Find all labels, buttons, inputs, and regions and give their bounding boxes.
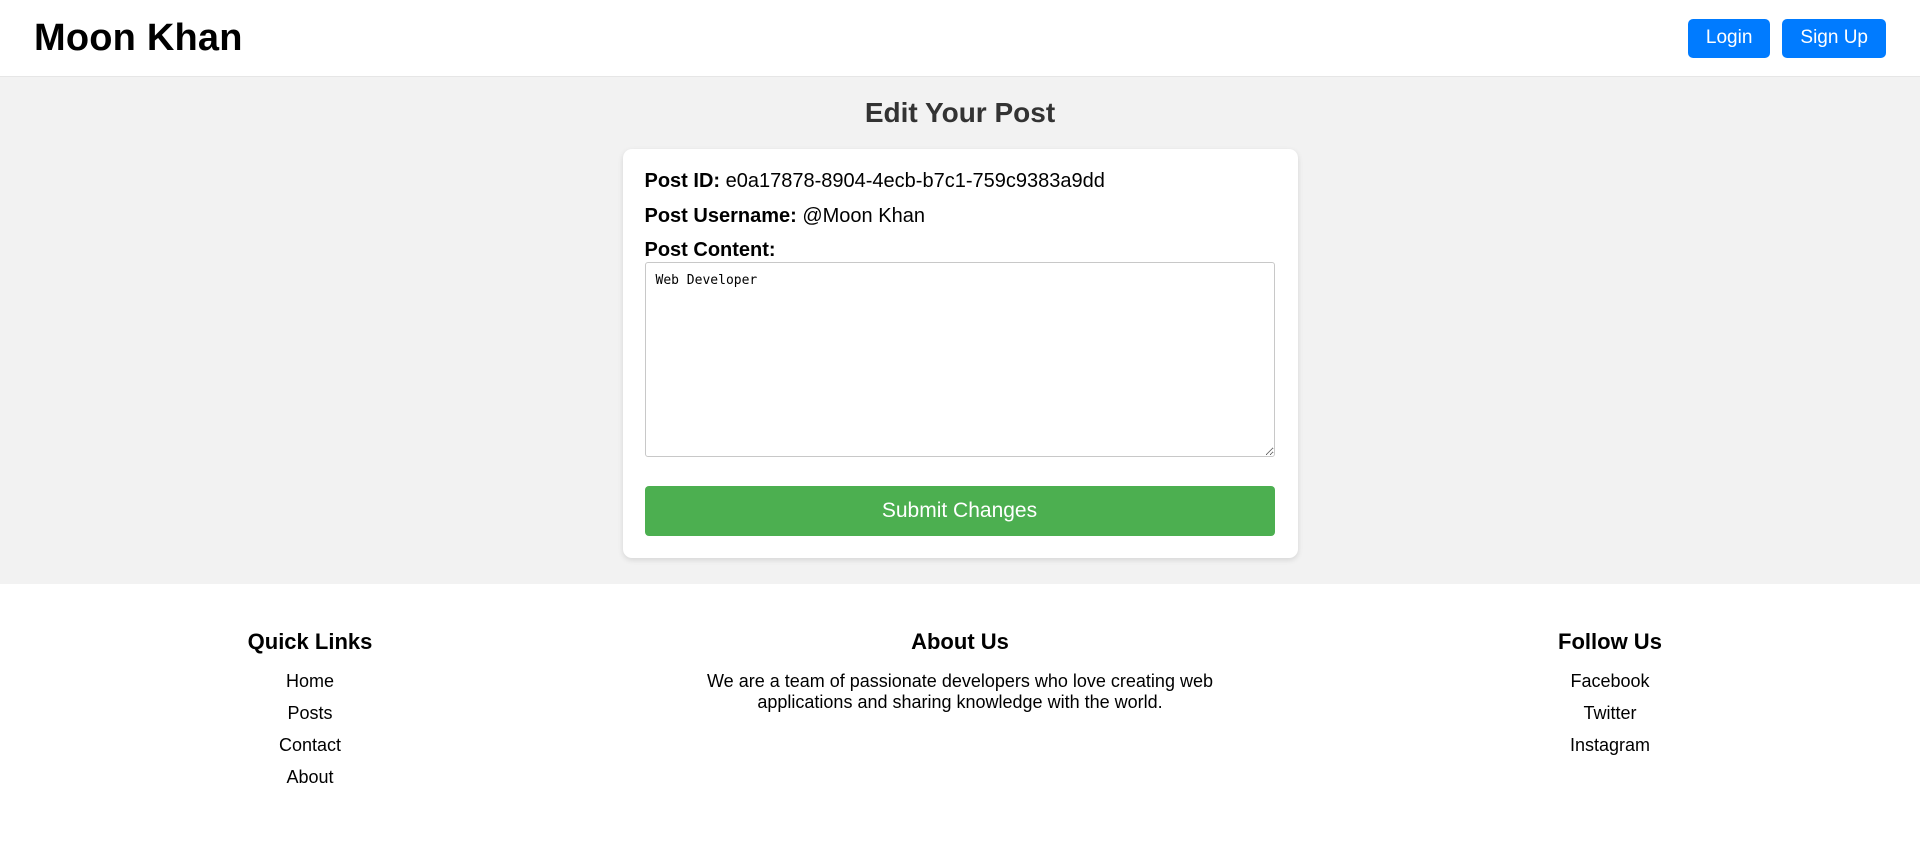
footer-link-item: Posts: [0, 703, 620, 723]
footer-about: About Us We are a team of passionate dev…: [620, 629, 1300, 799]
footer-follow: Follow Us Facebook Twitter Instagram: [1300, 629, 1920, 799]
post-id-row: Post ID: e0a17878-8904-4ecb-b7c1-759c938…: [645, 169, 1276, 193]
auth-buttons: Login Sign Up: [1687, 18, 1886, 58]
about-text: We are a team of passionate developers w…: [707, 671, 1213, 712]
footer-link-contact[interactable]: Contact: [279, 735, 341, 755]
submit-changes-button[interactable]: Submit Changes: [644, 486, 1275, 536]
follow-link-facebook[interactable]: Facebook: [1570, 671, 1649, 691]
footer-link-item: Home: [0, 671, 620, 691]
main-section: Edit Your Post Post ID: e0a17878-8904-4e…: [0, 77, 1920, 584]
post-content-label: Post Content:: [644, 239, 776, 261]
footer-link-item: Instagram: [1300, 735, 1920, 755]
footer-link-posts[interactable]: Posts: [287, 703, 332, 723]
follow-link-instagram[interactable]: Instagram: [1570, 735, 1650, 755]
login-button[interactable]: Login: [1687, 18, 1771, 58]
site-header: Moon Khan Login Sign Up: [0, 0, 1920, 77]
post-username-label: Post Username:: [644, 205, 797, 227]
footer-link-item: Twitter: [1300, 703, 1920, 723]
follow-title: Follow Us: [1558, 629, 1662, 654]
post-id-label: Post ID:: [644, 170, 721, 192]
follow-link-twitter[interactable]: Twitter: [1583, 703, 1636, 723]
about-title: About Us: [911, 629, 1009, 654]
follow-list: Facebook Twitter Instagram: [1300, 671, 1920, 755]
quick-links-list: Home Posts Contact About: [0, 671, 620, 787]
edit-post-card: Post ID: e0a17878-8904-4ecb-b7c1-759c938…: [622, 149, 1298, 558]
post-id-value: e0a17878-8904-4ecb-b7c1-759c9383a9dd: [725, 170, 1105, 192]
site-footer: Quick Links Home Posts Contact About Abo…: [0, 584, 1920, 799]
footer-quick-links: Quick Links Home Posts Contact About: [0, 629, 620, 799]
post-username-row: Post Username: @Moon Khan: [645, 204, 1276, 228]
post-username-value: @Moon Khan: [802, 205, 925, 227]
footer-link-item: About: [0, 767, 620, 787]
footer-link-item: Contact: [0, 735, 620, 755]
footer-link-item: Facebook: [1300, 671, 1920, 691]
footer-link-about[interactable]: About: [286, 767, 333, 787]
page-title: Edit Your Post: [864, 97, 1056, 128]
site-brand[interactable]: Moon Khan: [34, 17, 243, 60]
footer-link-home[interactable]: Home: [286, 671, 334, 691]
post-content-textarea[interactable]: Web Developer: [644, 262, 1275, 457]
quick-links-title: Quick Links: [247, 629, 373, 654]
signup-button[interactable]: Sign Up: [1782, 18, 1886, 58]
